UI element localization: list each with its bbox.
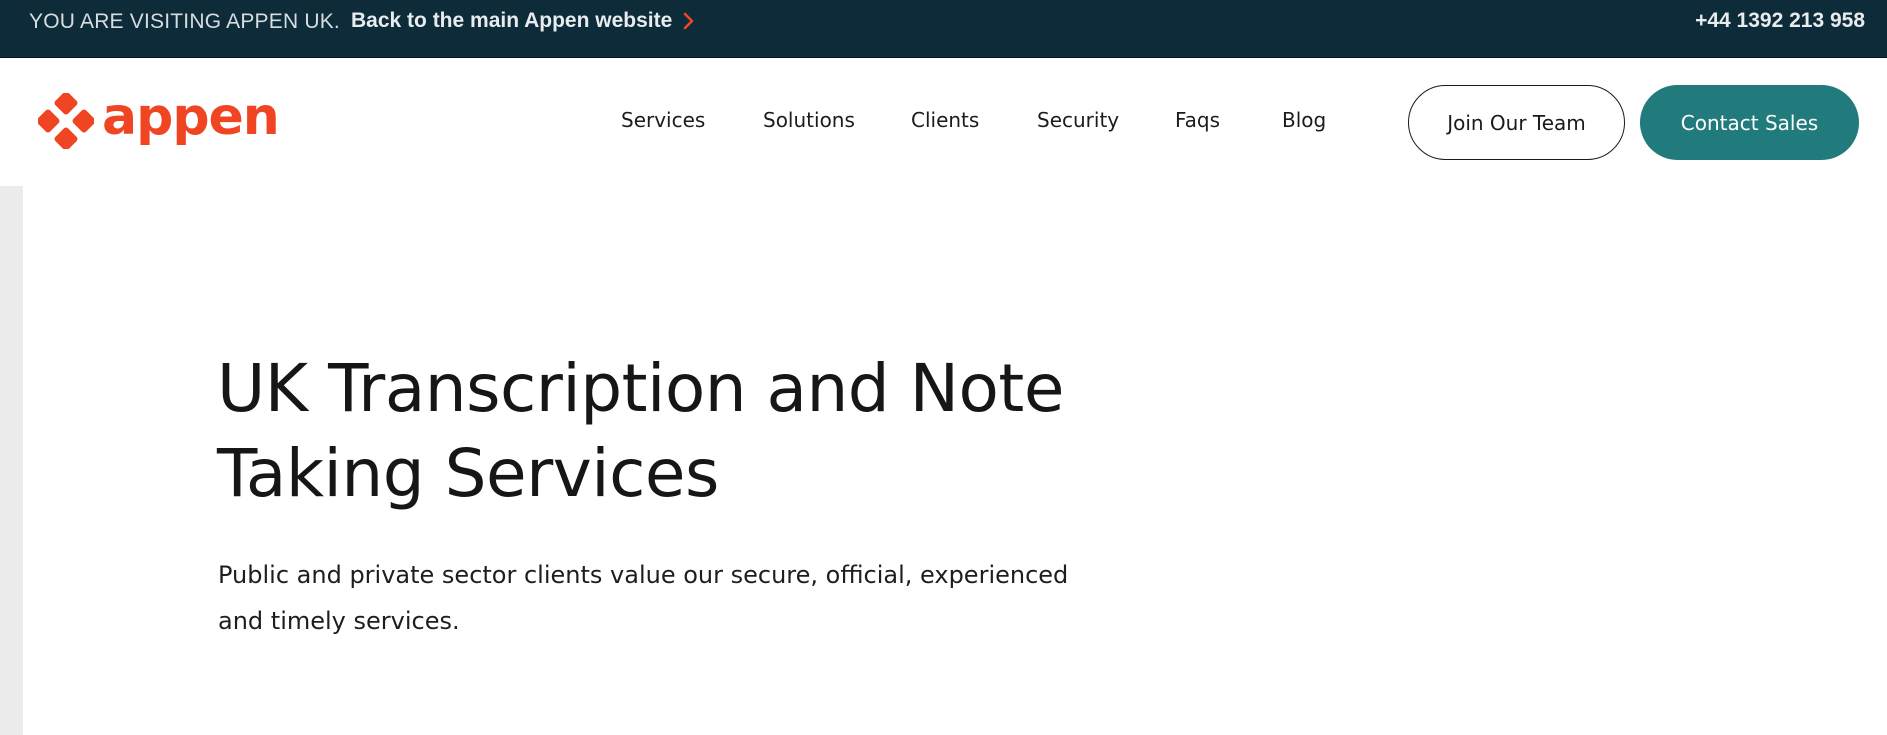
chevron-right-icon (682, 11, 696, 31)
logo-wordmark: appen (102, 87, 280, 147)
nav-item-services[interactable]: Services (621, 108, 705, 132)
phone-number[interactable]: +44 1392 213 958 (1695, 9, 1865, 33)
nav-item-blog[interactable]: Blog (1282, 108, 1326, 132)
hero-subtitle-line-2: and timely services. (218, 607, 460, 635)
visiting-notice: YOU ARE VISITING APPEN UK. (29, 10, 340, 33)
page-title-line-1: UK Transcription and Note (217, 350, 1064, 427)
nav-item-solutions[interactable]: Solutions (763, 108, 855, 132)
join-our-team-button[interactable]: Join Our Team (1408, 85, 1625, 160)
back-to-main-site-link[interactable]: Back to the main Appen website (351, 9, 696, 33)
page-title-line-2: Taking Services (217, 435, 719, 512)
nav-item-security[interactable]: Security (1037, 108, 1119, 132)
nav-item-faqs[interactable]: Faqs (1175, 108, 1220, 132)
top-announcement-bar: YOU ARE VISITING APPEN UK. Back to the m… (0, 0, 1887, 58)
page-title: UK Transcription and Note Taking Service… (217, 346, 1117, 516)
hero-subtitle-line-1: Public and private sector clients value … (218, 561, 1069, 589)
back-link-label: Back to the main Appen website (351, 9, 673, 32)
hero-subtitle: Public and private sector clients value … (218, 552, 1118, 644)
nav-item-clients[interactable]: Clients (911, 108, 979, 132)
contact-sales-button[interactable]: Contact Sales (1640, 85, 1859, 160)
appen-logo[interactable]: appen (38, 89, 280, 149)
hero-section: UK Transcription and Note Taking Service… (23, 186, 1887, 735)
site-header: appen Services Solutions Clients Securit… (0, 58, 1887, 186)
appen-diamond-logo-icon (38, 93, 94, 149)
